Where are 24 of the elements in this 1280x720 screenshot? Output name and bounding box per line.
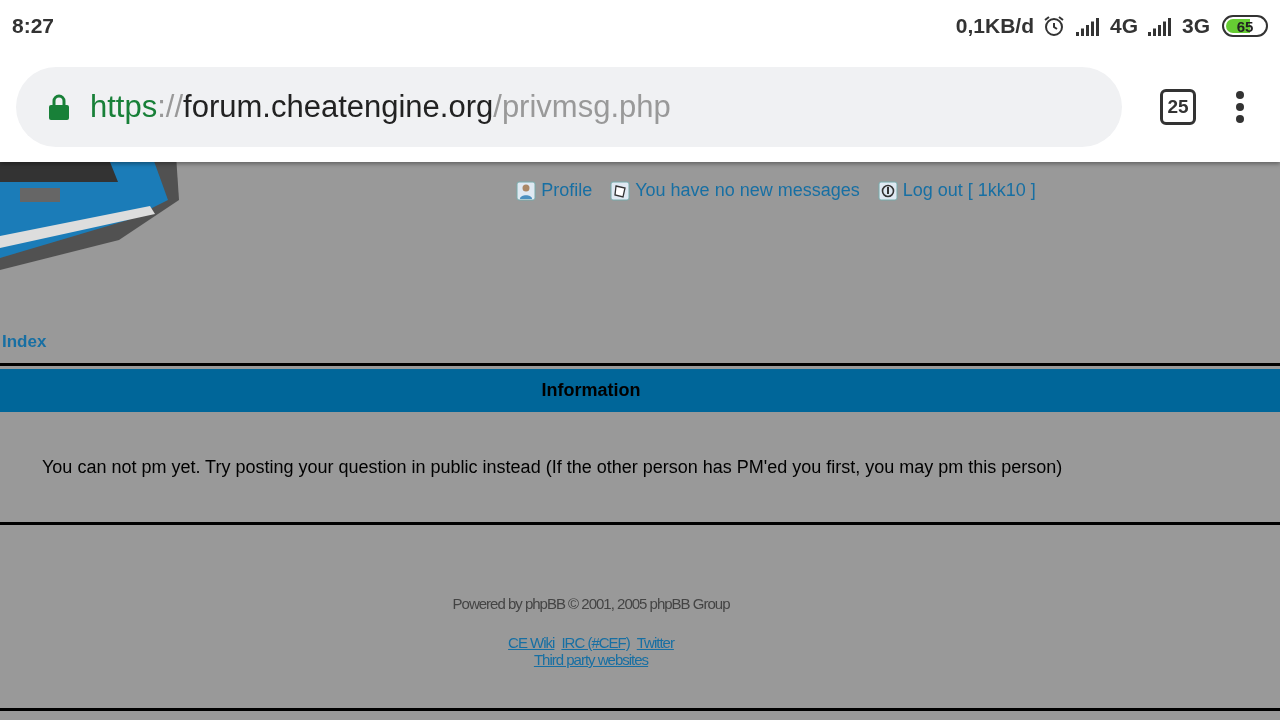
footer-link[interactable]: Twitter bbox=[636, 634, 674, 651]
signal-icon bbox=[1146, 16, 1174, 36]
tab-count-button[interactable]: 25 bbox=[1160, 89, 1196, 125]
menu-icon[interactable] bbox=[1234, 90, 1246, 124]
nav-link[interactable]: You have no new messages bbox=[610, 180, 860, 201]
person-icon bbox=[516, 180, 537, 201]
footer-link[interactable]: CE Wiki bbox=[508, 634, 555, 651]
footer-link[interactable]: IRC (#CEF) bbox=[561, 634, 630, 651]
power-icon bbox=[877, 180, 898, 201]
footer-link[interactable]: Third party websites bbox=[533, 651, 649, 668]
data-rate: 0,1KB/d bbox=[955, 14, 1034, 38]
nav-link[interactable]: Log out [ 1kk10 ] bbox=[877, 180, 1036, 201]
signal-icon bbox=[1073, 16, 1102, 36]
info-message: You can not pm yet. Try posting your question in public instead (If the other person has PM'ed you first, you may pm this person) bbox=[42, 456, 1063, 478]
panel-title: Information bbox=[540, 379, 642, 402]
nav-link[interactable]: Profile bbox=[516, 180, 593, 201]
lock-icon bbox=[48, 94, 70, 120]
copyright-text: Powered by phpBB © 2001, 2005 phpBB Group bbox=[452, 595, 730, 612]
address-field[interactable]: https://forum.cheatengine.org/privmsg.php bbox=[16, 67, 1122, 147]
url-text: https://forum.cheatengine.org/privmsg.php bbox=[90, 89, 671, 125]
index-link[interactable]: Index bbox=[2, 310, 1280, 356]
network-type: 4G bbox=[1109, 14, 1138, 38]
network-type: 3G bbox=[1182, 14, 1210, 38]
clock-time: 8:27 bbox=[12, 14, 55, 38]
